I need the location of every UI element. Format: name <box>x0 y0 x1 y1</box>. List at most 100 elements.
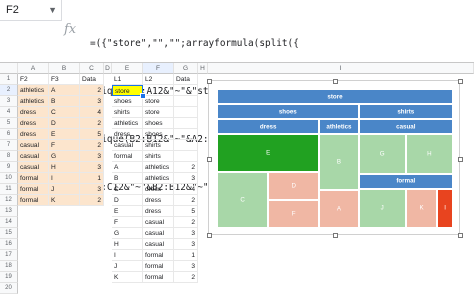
right-table-cell[interactable]: K <box>112 272 143 283</box>
right-table-cell[interactable]: casual <box>112 140 143 151</box>
left-table-cell[interactable]: athletics <box>18 96 49 107</box>
treemap-leaf-a[interactable]: A <box>319 190 359 228</box>
right-table-cell[interactable]: athletics <box>143 162 174 173</box>
treemap-leaf-c[interactable]: C <box>217 171 269 228</box>
column-header-b[interactable]: B <box>49 63 80 74</box>
right-table-cell[interactable]: B <box>112 173 143 184</box>
left-table-cell[interactable]: formal <box>18 184 49 195</box>
row-header-11[interactable]: 11 <box>0 184 18 195</box>
right-table-cell[interactable]: A <box>112 162 143 173</box>
right-table-cell[interactable] <box>174 96 198 107</box>
chart-resize-handle[interactable] <box>458 233 463 238</box>
right-table-cell[interactable] <box>174 118 198 129</box>
left-table-cell[interactable]: J <box>49 184 80 195</box>
left-table-cell[interactable]: H <box>49 162 80 173</box>
right-table-cell[interactable]: shirts <box>143 151 174 162</box>
right-table-cell[interactable]: casual <box>143 228 174 239</box>
left-table-cell[interactable]: B <box>49 96 80 107</box>
right-table-cell[interactable] <box>174 129 198 140</box>
row-header-18[interactable]: 18 <box>0 261 18 272</box>
right-table-cell[interactable]: J <box>112 261 143 272</box>
treemap-leaf-h[interactable]: H <box>405 134 453 174</box>
right-table-cell[interactable] <box>143 85 174 96</box>
right-table-cell[interactable]: shoes <box>112 96 143 107</box>
right-table-cell[interactable]: 3 <box>174 261 198 272</box>
treemap-leaf-f[interactable]: F <box>268 199 320 228</box>
left-table-cell[interactable]: casual <box>18 151 49 162</box>
row-header-6[interactable]: 6 <box>0 129 18 140</box>
column-header-e[interactable]: E <box>112 63 143 74</box>
treemap-leaf-e[interactable]: E <box>217 134 320 172</box>
column-header-f[interactable]: F <box>143 63 174 74</box>
right-table-cell[interactable]: F <box>112 217 143 228</box>
row-header-10[interactable]: 10 <box>0 173 18 184</box>
right-table-cell[interactable]: formal <box>143 250 174 261</box>
row-header-15[interactable]: 15 <box>0 228 18 239</box>
treemap-node-casual[interactable]: casual <box>358 119 453 134</box>
left-table-cell[interactable]: I <box>49 173 80 184</box>
left-table-cell[interactable]: 5 <box>80 129 104 140</box>
row-header-1[interactable]: 1 <box>0 74 18 85</box>
row-header-13[interactable]: 13 <box>0 206 18 217</box>
column-header-c[interactable]: C <box>80 63 104 74</box>
left-table-cell[interactable]: 2 <box>80 195 104 206</box>
left-table-cell[interactable]: 2 <box>80 140 104 151</box>
treemap-node-formal[interactable]: formal <box>358 173 453 189</box>
right-table-cell[interactable] <box>174 107 198 118</box>
treemap-leaf-b[interactable]: B <box>319 134 359 191</box>
chart-resize-handle[interactable] <box>458 79 463 84</box>
chart-resize-handle[interactable] <box>333 233 338 238</box>
right-table-cell[interactable]: 5 <box>174 206 198 217</box>
left-table-cell[interactable]: dress <box>18 107 49 118</box>
left-table-cell[interactable]: F <box>49 140 80 151</box>
left-table-cell[interactable]: K <box>49 195 80 206</box>
right-table-cell[interactable]: casual <box>143 217 174 228</box>
active-cell[interactable]: store <box>112 85 143 96</box>
left-table-cell[interactable]: 4 <box>80 107 104 118</box>
row-header-17[interactable]: 17 <box>0 250 18 261</box>
treemap-leaf-k[interactable]: K <box>405 188 438 228</box>
right-table-cell[interactable]: E <box>112 206 143 217</box>
row-header-2[interactable]: 2 <box>0 85 18 96</box>
row-header-19[interactable]: 19 <box>0 272 18 283</box>
right-table-cell[interactable] <box>174 140 198 151</box>
row-header-5[interactable]: 5 <box>0 118 18 129</box>
left-table-cell[interactable]: 3 <box>80 96 104 107</box>
chart-resize-handle[interactable] <box>207 156 212 162</box>
right-table-cell[interactable]: shoes <box>143 118 174 129</box>
left-table-cell[interactable]: formal <box>18 195 49 206</box>
chart-resize-handle[interactable] <box>458 156 463 162</box>
chart-resize-handle[interactable] <box>333 79 338 84</box>
fill-handle[interactable] <box>140 93 146 99</box>
right-table-cell[interactable]: shirts <box>143 140 174 151</box>
select-all-corner[interactable] <box>0 63 18 74</box>
right-table-cell[interactable]: I <box>112 250 143 261</box>
left-table-cell[interactable]: dress <box>18 118 49 129</box>
row-header-8[interactable]: 8 <box>0 151 18 162</box>
treemap-leaf-g[interactable]: G <box>358 134 406 174</box>
right-table-cell[interactable]: 4 <box>174 184 198 195</box>
left-table-cell[interactable]: 1 <box>80 173 104 184</box>
right-table-cell[interactable]: dress <box>143 206 174 217</box>
right-table-cell[interactable]: dress <box>112 129 143 140</box>
column-header-i[interactable]: I <box>208 63 474 74</box>
left-table-cell[interactable]: G <box>49 151 80 162</box>
row-header-3[interactable]: 3 <box>0 96 18 107</box>
row-header-14[interactable]: 14 <box>0 217 18 228</box>
right-table-cell[interactable]: shirts <box>112 107 143 118</box>
left-table-cell[interactable]: E <box>49 129 80 140</box>
right-table-cell[interactable]: casual <box>143 239 174 250</box>
treemap-node-root[interactable]: store <box>217 89 453 104</box>
left-table-cell[interactable]: 2 <box>80 85 104 96</box>
row-header-20[interactable]: 20 <box>0 283 18 294</box>
right-table-cell[interactable]: athletics <box>112 118 143 129</box>
right-table-cell[interactable]: 3 <box>174 173 198 184</box>
right-table-cell[interactable]: store <box>143 107 174 118</box>
right-table-cell[interactable]: 2 <box>174 272 198 283</box>
right-table-cell[interactable]: formal <box>143 261 174 272</box>
right-table-cell[interactable]: store <box>143 96 174 107</box>
left-table-cell[interactable]: casual <box>18 162 49 173</box>
treemap-node-dress[interactable]: dress <box>217 119 320 134</box>
right-table-cell[interactable]: 2 <box>174 162 198 173</box>
row-header-4[interactable]: 4 <box>0 107 18 118</box>
